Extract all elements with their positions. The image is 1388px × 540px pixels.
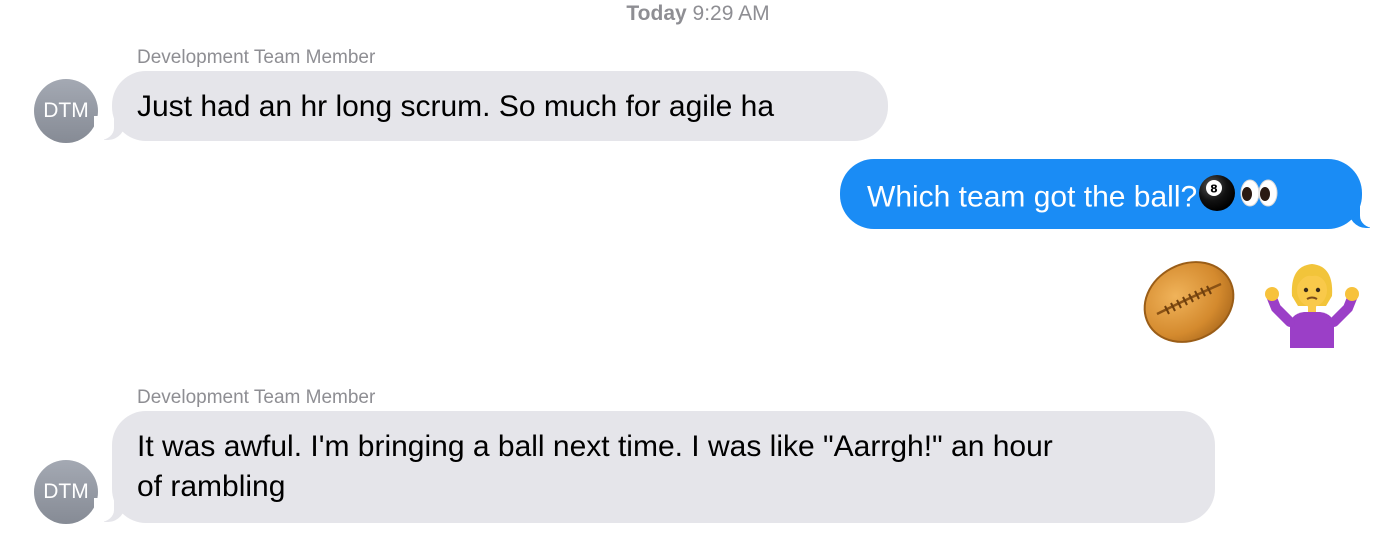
sender-name: Development Team Member	[137, 387, 376, 408]
timestamp-day: Today	[626, 2, 687, 25]
avatar-initials: DTM	[43, 480, 89, 503]
incoming-message-bubble[interactable]: It was awful. I'm bringing a ball next t…	[112, 411, 1215, 523]
avatar[interactable]: DTM	[34, 79, 98, 143]
svg-text:8: 8	[1210, 183, 1218, 196]
incoming-message-bubble[interactable]: Just had an hr long scrum. So much for a…	[112, 71, 888, 141]
timestamp: Today 9:29 AM	[0, 2, 1388, 26]
avatar-initials: DTM	[43, 99, 89, 122]
8-ball-icon: 8	[1197, 173, 1237, 224]
timestamp-time: 9:29 AM	[692, 2, 770, 25]
message-text-line-2: of rambling	[137, 470, 286, 503]
outgoing-message-bubble[interactable]: Which team got the ball? 8	[840, 159, 1362, 229]
person-shrugging-icon[interactable]	[1264, 256, 1360, 357]
eyes-icon	[1237, 173, 1279, 224]
message-text: Which team got the ball?	[867, 180, 1198, 214]
sender-name: Development Team Member	[137, 47, 376, 68]
message-text: Just had an hr long scrum. So much for a…	[137, 90, 775, 123]
avatar[interactable]: DTM	[34, 460, 98, 524]
rugby-football-icon[interactable]	[1141, 254, 1237, 355]
message-text-line-1: It was awful. I'm bringing a ball next t…	[137, 430, 1053, 463]
message-thread: Today 9:29 AM Development Team Member DT…	[0, 0, 1388, 540]
